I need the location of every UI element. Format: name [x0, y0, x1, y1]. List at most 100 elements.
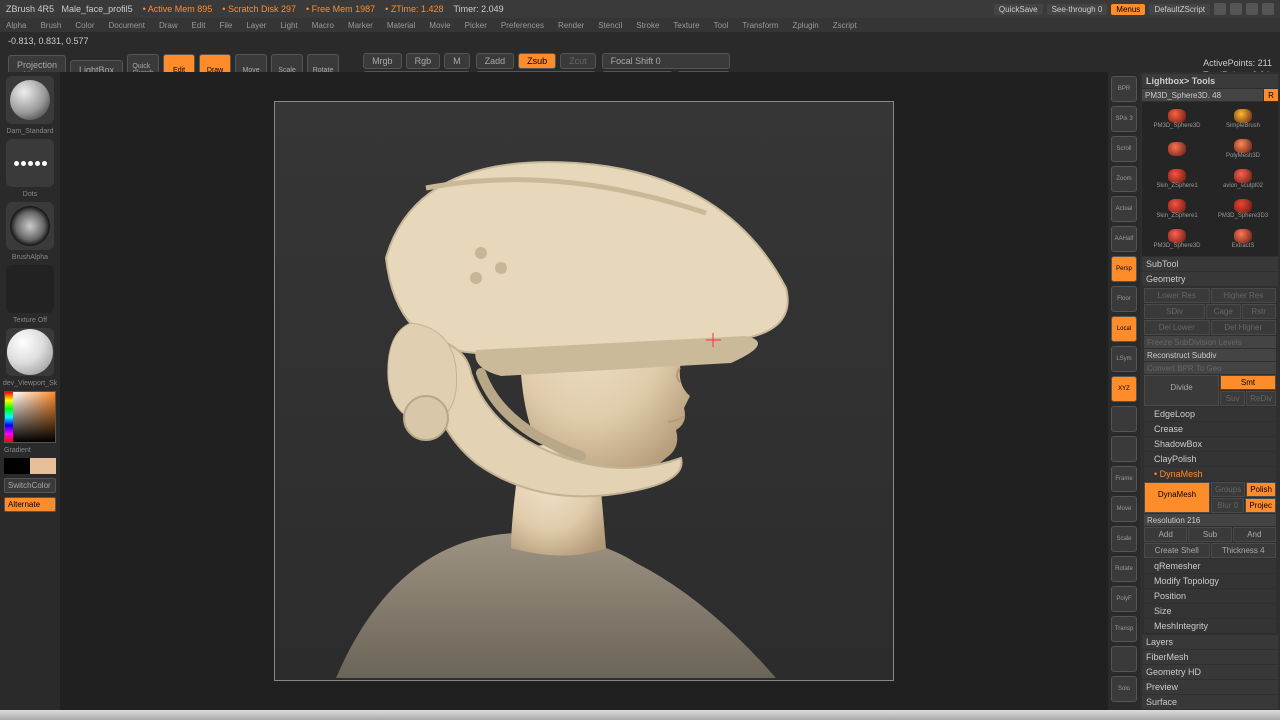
create-shell[interactable]: Create Shell	[1144, 543, 1210, 558]
section-layers[interactable]: Layers	[1142, 635, 1278, 649]
tool-avion_sculpt02[interactable]: avion_sculpt02	[1210, 164, 1276, 194]
section-surface[interactable]: Surface	[1142, 695, 1278, 709]
del-higher[interactable]: Del Higher	[1211, 320, 1277, 335]
tool-PM3D_Sphere3D3[interactable]: PM3D_Sphere3D3	[1210, 194, 1276, 224]
freeze-subdiv[interactable]: Freeze SubDivision Levels	[1144, 336, 1276, 348]
rgb-toggle[interactable]: Rgb	[406, 53, 441, 69]
menu-macro[interactable]: Macro	[312, 21, 334, 30]
nav-scroll[interactable]: Scroll	[1111, 136, 1137, 162]
menu-picker[interactable]: Picker	[465, 21, 487, 30]
menu-stroke[interactable]: Stroke	[636, 21, 659, 30]
modify-topology-section[interactable]: Modify Topology	[1144, 574, 1276, 588]
nav-zoom[interactable]: Zoom	[1111, 166, 1137, 192]
alternate-button[interactable]: Alternate	[4, 497, 56, 512]
window-max[interactable]	[1246, 3, 1258, 15]
nav-local[interactable]: Local	[1111, 316, 1137, 342]
menu-zscript[interactable]: Zscript	[833, 21, 857, 30]
suv-toggle[interactable]: Suv	[1220, 391, 1245, 406]
project-toggle[interactable]: Projec	[1245, 498, 1276, 513]
nav-icon-11[interactable]	[1111, 406, 1137, 432]
menu-transform[interactable]: Transform	[742, 21, 778, 30]
tool-SimpleBrush[interactable]: SimpleBrush	[1210, 104, 1276, 134]
del-lower[interactable]: Del Lower	[1144, 320, 1210, 335]
section-fibermesh[interactable]: FiberMesh	[1142, 650, 1278, 664]
menu-zplugin[interactable]: Zplugin	[792, 21, 818, 30]
nav-lsym[interactable]: LSym	[1111, 346, 1137, 372]
nav-frame[interactable]: Frame	[1111, 466, 1137, 492]
tool-Skin_ZSphere1[interactable]: Skin_ZSphere1	[1144, 194, 1210, 224]
switchcolor-button[interactable]: SwitchColor	[4, 478, 56, 493]
tool-grid[interactable]: PM3D_Sphere3D SimpleBrushPolyMesh3DSkin_Z…	[1142, 102, 1278, 256]
stroke-swatch[interactable]	[6, 139, 54, 187]
dm-and[interactable]: And	[1233, 527, 1276, 542]
menu-file[interactable]: File	[219, 21, 232, 30]
alpha-swatch[interactable]	[6, 202, 54, 250]
texture-swatch[interactable]	[6, 265, 54, 313]
convert-bpr[interactable]: Convert BPR To Geo	[1144, 362, 1276, 374]
higher-res[interactable]: Higher Res	[1211, 288, 1277, 303]
menu-layer[interactable]: Layer	[246, 21, 266, 30]
viewport[interactable]	[274, 101, 894, 681]
edgeloop-section[interactable]: EdgeLoop	[1144, 407, 1276, 421]
dm-add[interactable]: Add	[1144, 527, 1187, 542]
nav-move[interactable]: Move	[1111, 496, 1137, 522]
menu-movie[interactable]: Movie	[429, 21, 450, 30]
resolution-slider[interactable]: Resolution 216	[1144, 514, 1276, 526]
tool-item[interactable]	[1144, 134, 1210, 164]
zsub-toggle[interactable]: Zsub	[518, 53, 556, 69]
nav-persp[interactable]: Persp	[1111, 256, 1137, 282]
tool-PolyMesh3D[interactable]: PolyMesh3D	[1210, 134, 1276, 164]
rstr[interactable]: Rstr	[1242, 304, 1277, 319]
mrgb-toggle[interactable]: Mrgb	[363, 53, 402, 69]
cage[interactable]: Cage	[1206, 304, 1241, 319]
menu-texture[interactable]: Texture	[673, 21, 699, 30]
menu-material[interactable]: Material	[387, 21, 415, 30]
menu-draw[interactable]: Draw	[159, 21, 178, 30]
position-section[interactable]: Position	[1144, 589, 1276, 603]
nav-aahalf[interactable]: AAHalf	[1111, 226, 1137, 252]
current-tool[interactable]: PM3D_Sphere3D. 48	[1142, 89, 1263, 101]
tool-r-button[interactable]: R	[1264, 89, 1278, 101]
menu-alpha[interactable]: Alpha	[6, 21, 26, 30]
nav-actual[interactable]: Actual	[1111, 196, 1137, 222]
quicksave-button[interactable]: QuickSave	[994, 4, 1043, 15]
geometry-section[interactable]: Geometry	[1142, 272, 1278, 286]
menu-tool[interactable]: Tool	[714, 21, 729, 30]
dm-sub[interactable]: Sub	[1188, 527, 1231, 542]
reconstruct-subdiv[interactable]: Reconstruct Subdiv	[1144, 349, 1276, 361]
claypolish-section[interactable]: ClayPolish	[1144, 452, 1276, 466]
tool-ExtractS[interactable]: ExtractS	[1210, 224, 1276, 254]
thickness-slider[interactable]: Thickness 4	[1211, 543, 1277, 558]
menu-preferences[interactable]: Preferences	[501, 21, 544, 30]
shadowbox-section[interactable]: ShadowBox	[1144, 437, 1276, 451]
zcut-toggle[interactable]: Zcut	[560, 53, 596, 69]
menu-light[interactable]: Light	[280, 21, 297, 30]
window-close[interactable]	[1262, 3, 1274, 15]
focal-shift[interactable]: Focal Shift 0	[602, 53, 731, 69]
dynamesh-button[interactable]: DynaMesh	[1144, 482, 1210, 513]
window-hide[interactable]	[1214, 3, 1226, 15]
menu-render[interactable]: Render	[558, 21, 584, 30]
material-swatch[interactable]	[6, 328, 54, 376]
meshintegrity-section[interactable]: MeshIntegrity	[1144, 619, 1276, 633]
seethrough-slider[interactable]: See-through 0	[1047, 4, 1108, 15]
nav-solo[interactable]: Solo	[1111, 676, 1137, 702]
section-geometry-hd[interactable]: Geometry HD	[1142, 665, 1278, 679]
nav-icon-19[interactable]	[1111, 646, 1137, 672]
os-taskbar[interactable]	[0, 710, 1280, 720]
menu-color[interactable]: Color	[75, 21, 94, 30]
crease-section[interactable]: Crease	[1144, 422, 1276, 436]
menu-stencil[interactable]: Stencil	[598, 21, 622, 30]
color-pair[interactable]	[4, 458, 56, 474]
nav-floor[interactable]: Floor	[1111, 286, 1137, 312]
nav-polyf[interactable]: PolyF	[1111, 586, 1137, 612]
tool-PM3D_Sphere3D[interactable]: PM3D_Sphere3D	[1144, 224, 1210, 254]
divide-button[interactable]: Divide	[1144, 375, 1219, 406]
sdiv[interactable]: SDiv	[1144, 304, 1205, 319]
default-zscript[interactable]: DefaultZScript	[1149, 4, 1210, 15]
nav-transp[interactable]: Transp	[1111, 616, 1137, 642]
subtool-section[interactable]: SubTool	[1142, 257, 1278, 271]
zadd-toggle[interactable]: Zadd	[476, 53, 515, 69]
nav-xyz[interactable]: XYZ	[1111, 376, 1137, 402]
section-preview[interactable]: Preview	[1142, 680, 1278, 694]
